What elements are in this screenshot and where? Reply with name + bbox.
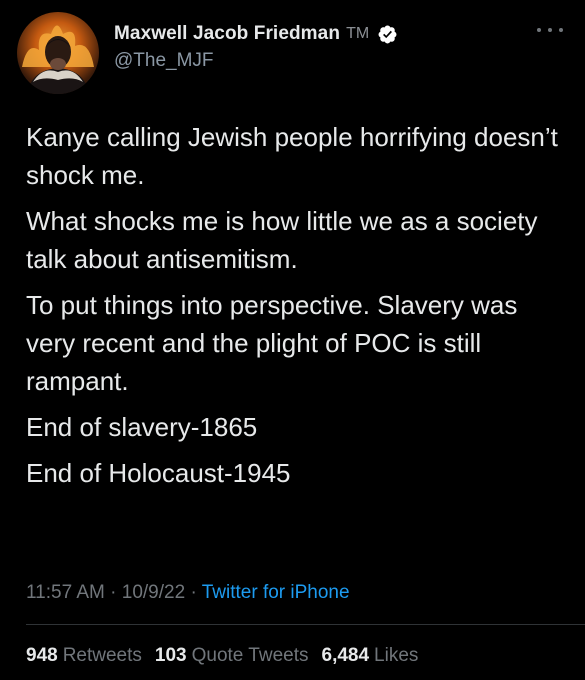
name-row: Maxwell Jacob Friedman TM xyxy=(114,20,398,48)
tweet-paragraph: What shocks me is how little we as a soc… xyxy=(26,206,538,274)
likes-count: 6,484 xyxy=(321,645,370,666)
tweet-paragraph: End of slavery-1865 xyxy=(26,412,258,442)
display-name[interactable]: Maxwell Jacob Friedman xyxy=(114,23,340,45)
tweet-time[interactable]: 11:57 AM xyxy=(26,582,105,603)
meta-separator: · xyxy=(104,582,122,603)
tweet-paragraph: Kanye calling Jewish people horrifying d… xyxy=(26,122,558,190)
tweet-paragraph: End of Holocaust-1945 xyxy=(26,458,291,488)
meta-separator: · xyxy=(185,582,202,603)
tweet-metadata: 11:57 AM · 10/9/22 · Twitter for iPhone xyxy=(26,582,350,604)
verified-badge-icon xyxy=(378,25,397,43)
retweets-count: 948 xyxy=(26,645,58,666)
likes-stat[interactable]: 6,484 Likes xyxy=(322,645,419,667)
author-info: Maxwell Jacob Friedman TM @The_MJF xyxy=(114,20,398,72)
tweet-date[interactable]: 10/9/22 xyxy=(122,582,185,603)
avatar[interactable] xyxy=(17,12,99,94)
handle[interactable]: @The_MJF xyxy=(114,50,398,72)
retweets-stat[interactable]: 948 Retweets xyxy=(26,645,142,667)
tweet-card: Maxwell Jacob Friedman TM @The_MJF Kanye… xyxy=(0,0,585,680)
quote-tweets-stat[interactable]: 103 Quote Tweets xyxy=(155,645,309,667)
tweet-source-link[interactable]: Twitter for iPhone xyxy=(202,582,350,603)
dot xyxy=(537,28,541,32)
divider xyxy=(26,624,585,625)
quote-tweets-label: Quote Tweets xyxy=(191,645,309,666)
quote-tweets-count: 103 xyxy=(154,645,187,666)
retweets-label: Retweets xyxy=(62,645,142,666)
avatar-image xyxy=(22,25,94,94)
more-horizontal-icon[interactable] xyxy=(537,24,563,36)
engagement-stats: 948 Retweets 103 Quote Tweets 6,484 Likes xyxy=(26,645,418,667)
trademark-label: TM xyxy=(346,25,370,42)
likes-label: Likes xyxy=(374,645,419,666)
dot xyxy=(559,28,563,32)
dot xyxy=(548,28,552,32)
tweet-text: Kanye calling Jewish people horrifying d… xyxy=(26,118,566,500)
tweet-paragraph: To put things into perspective. Slavery … xyxy=(26,290,518,396)
